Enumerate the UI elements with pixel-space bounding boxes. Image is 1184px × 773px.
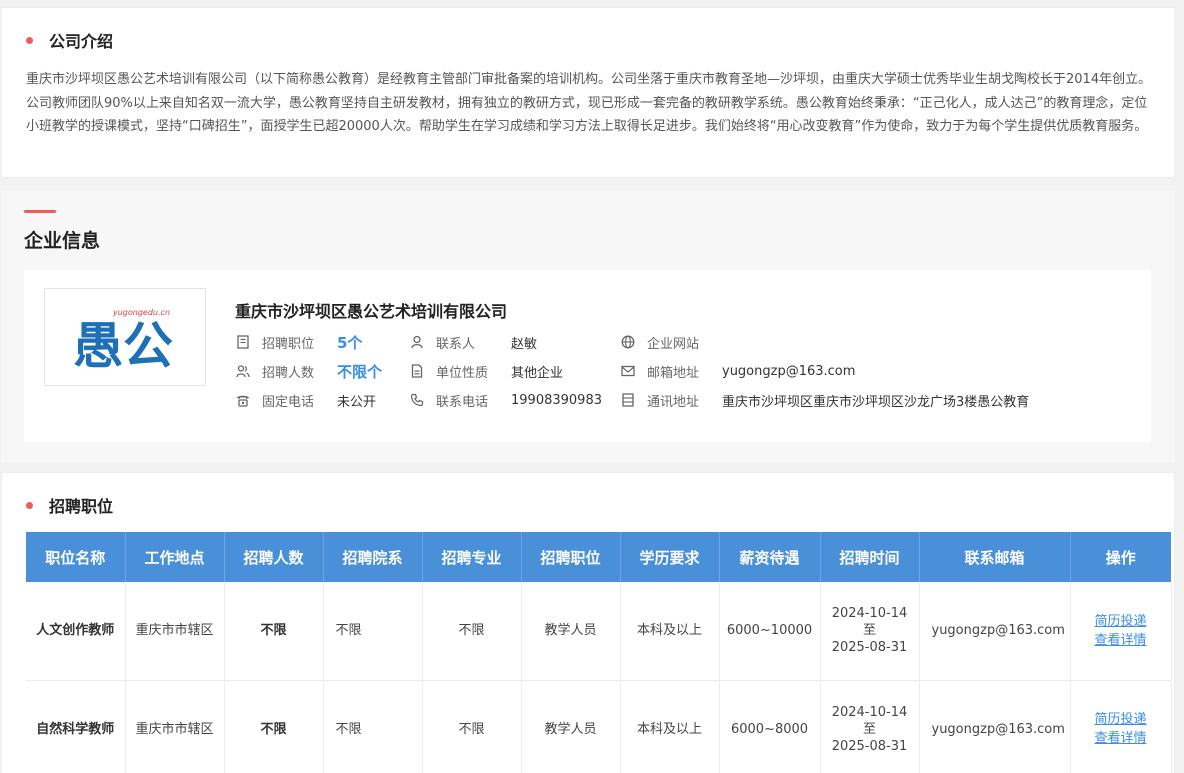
address-value: 重庆市沙坪坝区重庆市沙坪坝区沙龙广场3楼愚公教育 xyxy=(722,394,1030,410)
job-position: 教学人员 xyxy=(521,582,621,681)
job-major: 不限 xyxy=(422,582,522,681)
intro-title: 公司介绍 xyxy=(49,32,114,51)
logo-url-text: yugongedu.cn xyxy=(112,308,170,317)
job-location: 重庆市市辖区 xyxy=(125,582,225,681)
logo-glyph: 愚公 xyxy=(73,317,173,373)
info-tel: 联系电话 19908390983 xyxy=(409,389,602,411)
col-header: 操作 xyxy=(1070,532,1171,582)
building-icon xyxy=(620,392,636,408)
col-header: 招聘时间 xyxy=(820,532,920,582)
table-row: 自然科学教师 重庆市市辖区 不限 不限 不限 教学人员 本科及以上 6000~8… xyxy=(26,680,1172,773)
section-accent-bar xyxy=(24,210,56,213)
users-icon xyxy=(235,363,251,379)
col-header: 招聘专业 xyxy=(422,532,522,582)
job-count: 不限 xyxy=(224,582,324,681)
file-icon xyxy=(409,363,425,379)
job-name: 人文创作教师 xyxy=(26,582,126,681)
headcount-value: 不限个 xyxy=(337,362,383,381)
positions-value: 5个 xyxy=(337,333,363,352)
job-email: yugongzp@163.com xyxy=(919,680,1071,773)
job-dept: 不限 xyxy=(323,680,423,773)
view-details-link[interactable]: 查看详情 xyxy=(1077,631,1165,650)
info-address: 通讯地址 重庆市沙坪坝区重庆市沙坪坝区沙龙广场3楼愚公教育 xyxy=(620,389,1029,411)
job-time: 2024-10-14 至 2025-08-31 xyxy=(820,582,920,681)
view-details-link[interactable]: 查看详情 xyxy=(1077,729,1165,748)
mail-icon xyxy=(620,363,636,379)
company-info-section: 企业信息 yugongedu.cn 愚公 重庆市沙坪坝区愚公艺术培训有限公司 招… xyxy=(1,190,1175,462)
jobs-table: 职位名称 工作地点 招聘人数 招聘院系 招聘专业 招聘职位 学历要求 薪资待遇 … xyxy=(26,532,1172,773)
company-logo: yugongedu.cn 愚公 xyxy=(44,288,206,386)
contact-value: 赵敏 xyxy=(511,336,538,352)
col-header: 招聘人数 xyxy=(224,532,324,582)
globe-icon xyxy=(620,334,636,350)
info-phone: 固定电话 未公开 xyxy=(235,389,376,411)
col-header: 薪资待遇 xyxy=(719,532,821,582)
nature-value: 其他企业 xyxy=(511,365,564,381)
col-header: 联系邮箱 xyxy=(919,532,1071,582)
job-count: 不限 xyxy=(224,680,324,773)
job-time: 2024-10-14 至 2025-08-31 xyxy=(820,680,920,773)
jobs-card: 招聘职位 职位名称 工作地点 招聘人数 招聘院系 招聘专业 招聘职位 学历要求 … xyxy=(1,472,1175,773)
jobs-title: 招聘职位 xyxy=(49,497,114,516)
company-name: 重庆市沙坪坝区愚公艺术培训有限公司 xyxy=(235,302,508,321)
col-header: 工作地点 xyxy=(125,532,225,582)
job-actions: 简历投递 查看详情 xyxy=(1070,582,1172,681)
col-header: 职位名称 xyxy=(26,532,126,582)
job-position: 教学人员 xyxy=(521,680,621,773)
info-headcount: 招聘人数 不限个 xyxy=(235,360,382,382)
phone-handset-icon xyxy=(409,392,425,408)
telephone-icon xyxy=(235,392,251,408)
apply-resume-link[interactable]: 简历投递 xyxy=(1077,612,1165,631)
table-header-row: 职位名称 工作地点 招聘人数 招聘院系 招聘专业 招聘职位 学历要求 薪资待遇 … xyxy=(26,532,1171,582)
phone-value: 未公开 xyxy=(337,394,377,410)
intro-text: 重庆市沙坪坝区愚公艺术培训有限公司（以下简称愚公教育）是经教育主管部门审批备案的… xyxy=(26,72,1152,134)
job-salary: 6000~10000 xyxy=(719,582,821,681)
person-icon xyxy=(409,334,425,350)
company-intro-card: 公司介绍 重庆市沙坪坝区愚公艺术培训有限公司（以下简称愚公教育）是经教育主管部门… xyxy=(1,7,1175,178)
info-contact: 联系人 赵敏 xyxy=(409,331,537,353)
job-name: 自然科学教师 xyxy=(26,680,126,773)
info-website: 企业网站 xyxy=(620,331,722,353)
job-salary: 6000~8000 xyxy=(719,680,821,773)
info-nature: 单位性质 其他企业 xyxy=(409,360,563,382)
col-header: 招聘职位 xyxy=(521,532,621,582)
company-info-card: yugongedu.cn 愚公 重庆市沙坪坝区愚公艺术培训有限公司 招聘职位 5… xyxy=(24,270,1151,442)
info-positions: 招聘职位 5个 xyxy=(235,331,362,353)
col-header: 学历要求 xyxy=(620,532,720,582)
section-dot-icon xyxy=(26,501,33,509)
document-icon xyxy=(235,334,251,350)
col-header: 招聘院系 xyxy=(323,532,423,582)
section-dot-icon xyxy=(26,36,33,44)
job-location: 重庆市市辖区 xyxy=(125,680,225,773)
job-actions: 简历投递 查看详情 xyxy=(1070,680,1172,773)
job-major: 不限 xyxy=(422,680,522,773)
email-value: yugongzp@163.com xyxy=(722,363,856,379)
job-dept: 不限 xyxy=(323,582,423,681)
tel-value: 19908390983 xyxy=(511,392,602,408)
job-edu: 本科及以上 xyxy=(620,680,720,773)
job-edu: 本科及以上 xyxy=(620,582,720,681)
table-row: 人文创作教师 重庆市市辖区 不限 不限 不限 教学人员 本科及以上 6000~1… xyxy=(26,582,1172,681)
jobs-header: 招聘职位 xyxy=(26,493,113,517)
company-section-title: 企业信息 xyxy=(24,230,101,252)
info-email: 邮箱地址 yugongzp@163.com xyxy=(620,360,855,382)
apply-resume-link[interactable]: 简历投递 xyxy=(1077,710,1165,729)
intro-header: 公司介绍 xyxy=(26,28,113,52)
job-email: yugongzp@163.com xyxy=(919,582,1071,681)
